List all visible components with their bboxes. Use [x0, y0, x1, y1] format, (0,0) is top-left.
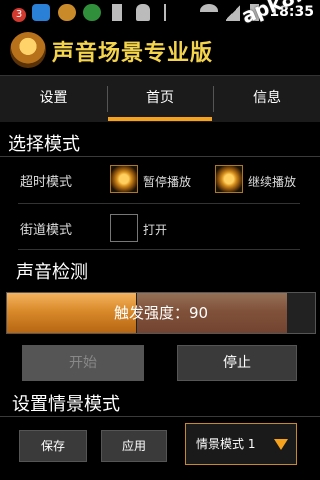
apply-button[interactable]: 应用 [101, 430, 167, 462]
tab-home[interactable]: 首页 [108, 76, 212, 122]
dropdown-arrow-icon [274, 439, 288, 450]
app-store-icon [32, 4, 50, 21]
scene-section-title: 设置情景模式 [12, 394, 120, 415]
detection-section-title: 声音检测 [16, 262, 88, 283]
pause-playback-label: 暂停播放 [143, 175, 192, 189]
tab-active-indicator [108, 117, 212, 121]
continue-playback-label: 继续播放 [248, 175, 297, 189]
street-mode-label: 街道模式 [20, 223, 73, 238]
android-icon [136, 4, 150, 21]
scene-mode-select[interactable]: 情景模式 1 [185, 423, 297, 465]
scene-mode-value: 情景模式 1 [196, 437, 256, 451]
stop-button[interactable]: 停止 [177, 345, 297, 381]
street-mode-on-label: 打开 [143, 223, 168, 237]
mode-section-title: 选择模式 [8, 134, 80, 155]
section-divider [0, 156, 320, 157]
continue-playback-checkbox[interactable] [215, 165, 243, 193]
wifi-icon [200, 4, 218, 18]
section-divider [0, 416, 320, 417]
notification-badge-icon: 3 [12, 8, 26, 22]
save-button[interactable]: 保存 [19, 430, 87, 462]
pause-playback-checkbox[interactable] [110, 165, 138, 193]
tab-info[interactable]: 信息 [214, 76, 320, 122]
timeout-mode-label: 超时模式 [20, 175, 73, 190]
street-mode-checkbox[interactable] [110, 214, 138, 242]
row-divider [18, 203, 300, 204]
tab-bar: 设置 首页 信息 [0, 75, 320, 122]
tab-settings[interactable]: 设置 [0, 76, 107, 122]
sd-card-icon [112, 4, 122, 21]
trigger-strength-text: 触发强度：90 [113, 304, 209, 322]
row-divider [18, 249, 300, 250]
start-button[interactable]: 开始 [22, 345, 144, 381]
sound-level-meter[interactable]: 触发强度：90 [6, 292, 316, 334]
usb-icon [164, 4, 176, 21]
title-bar: 声音场景专业版 [0, 25, 320, 75]
game-icon [83, 4, 101, 21]
app-logo-icon [10, 32, 46, 68]
app-icon [58, 4, 76, 21]
page-title: 声音场景专业版 [52, 41, 214, 66]
